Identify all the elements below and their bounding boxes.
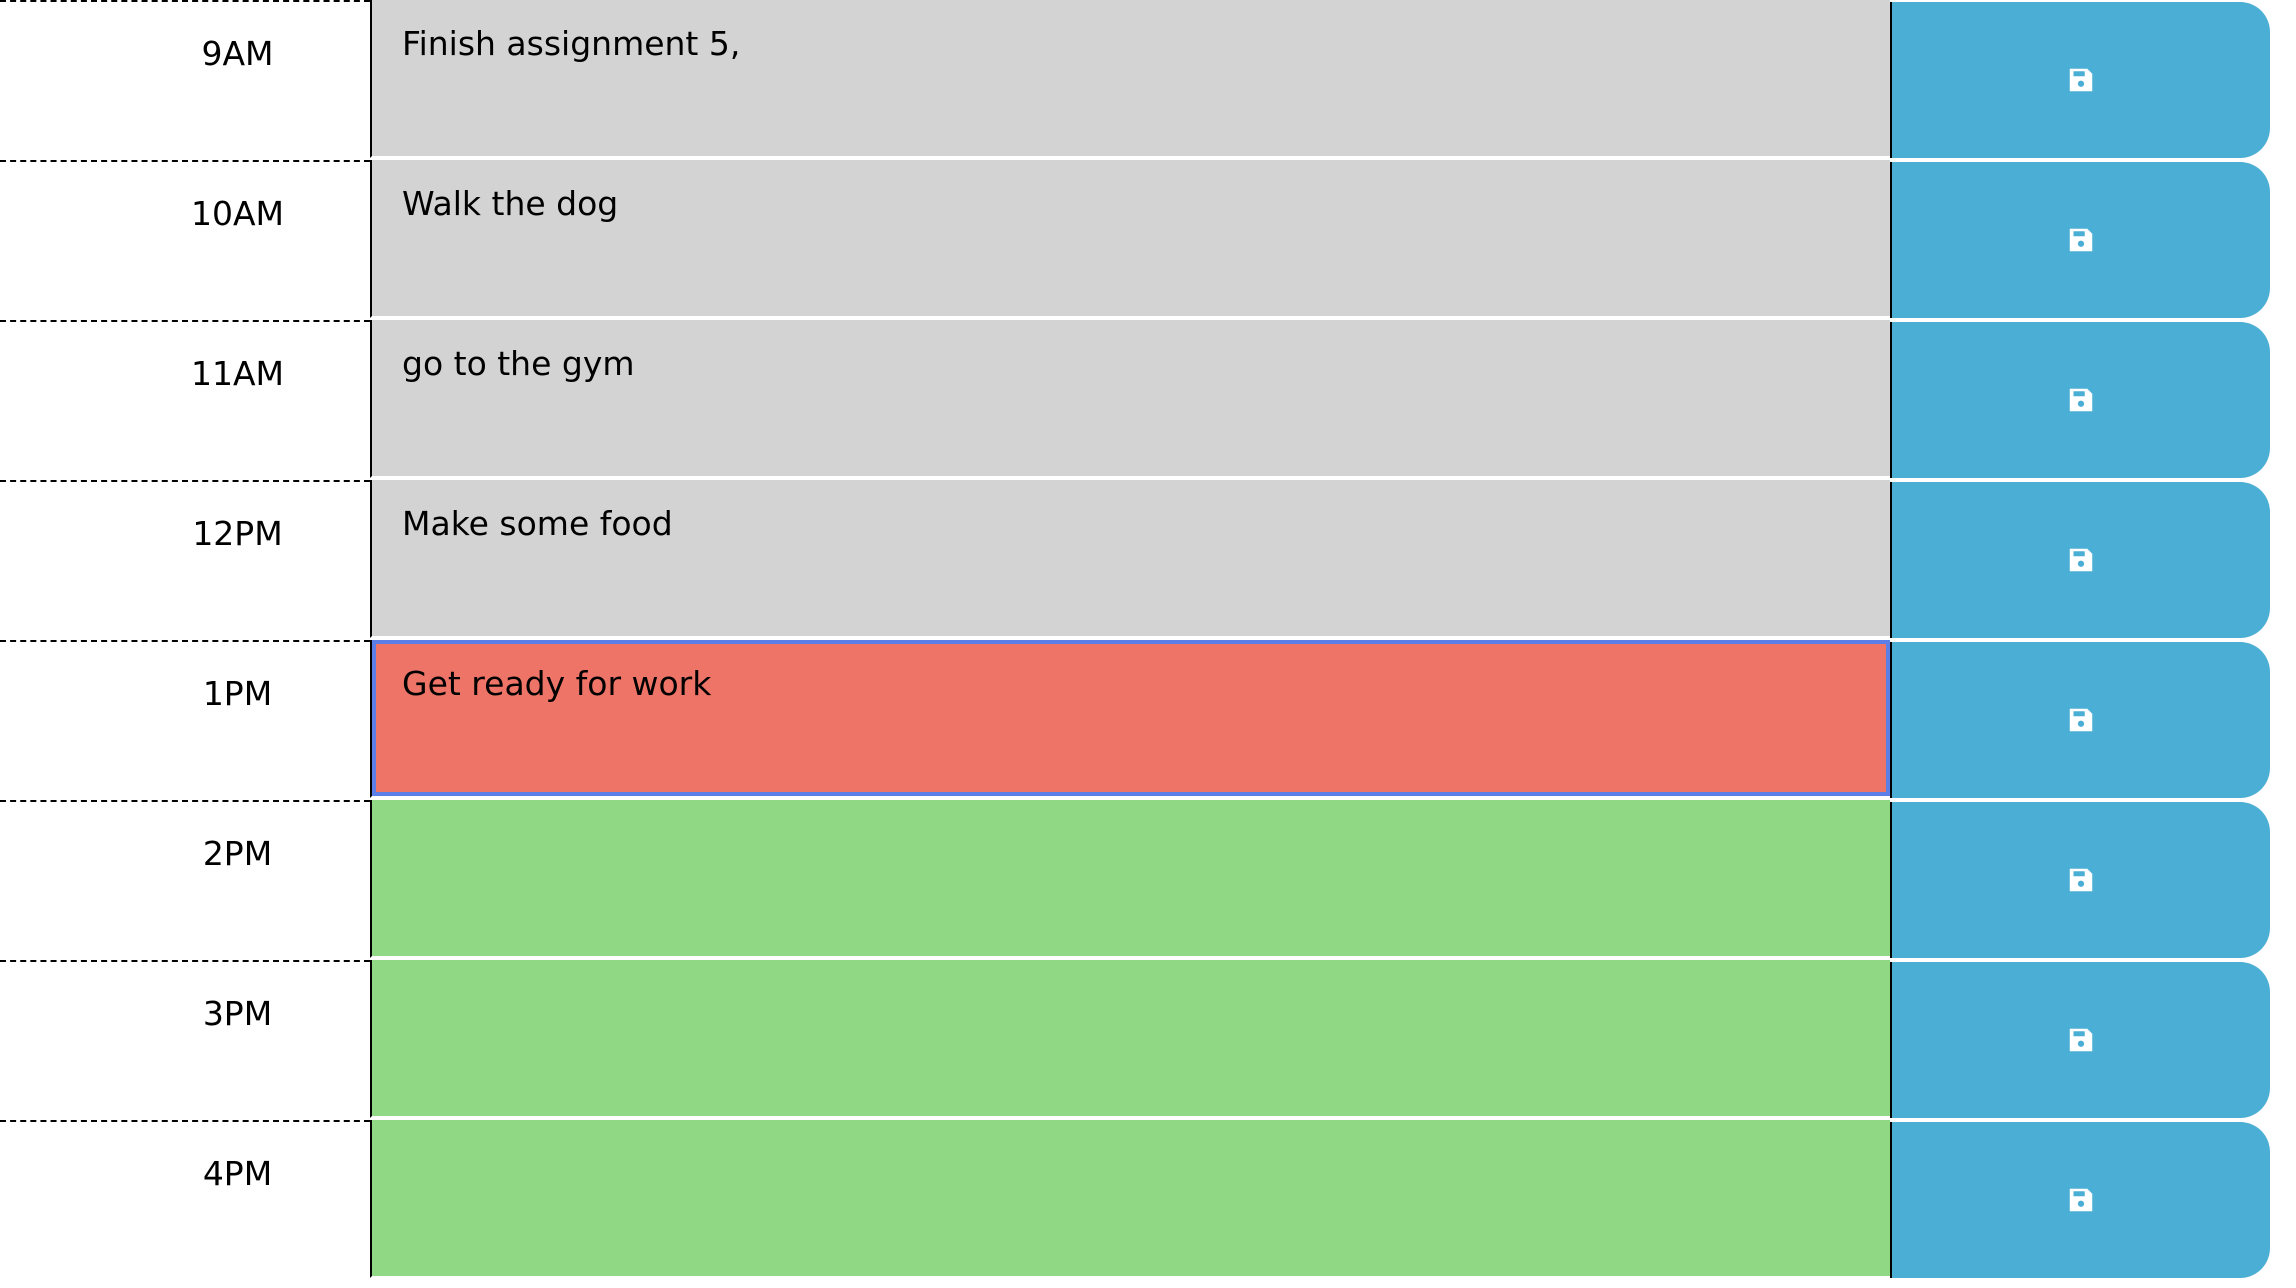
floppy-disk-icon xyxy=(2066,1025,2096,1055)
event-description-input[interactable]: Make some food xyxy=(372,480,1890,636)
floppy-disk-icon xyxy=(2066,65,2096,95)
event-description-cell xyxy=(370,960,1890,1118)
hour-cell: 4PM xyxy=(0,1120,370,1278)
time-block-row: 1PM Get ready for work xyxy=(0,640,2296,800)
event-description-input[interactable]: Walk the dog xyxy=(372,160,1890,316)
floppy-disk-icon xyxy=(2066,705,2096,735)
time-block-row: 2PM xyxy=(0,800,2296,960)
event-description-cell xyxy=(370,1120,1890,1278)
event-description-input[interactable] xyxy=(372,960,1890,1116)
event-description-cell xyxy=(370,800,1890,958)
event-description-cell: go to the gym xyxy=(370,320,1890,478)
event-description-input[interactable] xyxy=(372,1120,1890,1276)
save-button[interactable] xyxy=(1890,642,2270,798)
hour-cell: 10AM xyxy=(0,160,370,318)
event-description-cell: Make some food xyxy=(370,480,1890,638)
hour-cell: 11AM xyxy=(0,320,370,478)
event-description-cell: Get ready for work xyxy=(370,640,1890,798)
day-planner: 9AM Finish assignment 5, 10AM Walk the dog 1… xyxy=(0,0,2296,1288)
hour-cell: 9AM xyxy=(0,0,370,158)
time-block-row: 11AM go to the gym xyxy=(0,320,2296,480)
time-block-row: 9AM Finish assignment 5, xyxy=(0,0,2296,160)
floppy-disk-icon xyxy=(2066,225,2096,255)
event-description-input[interactable] xyxy=(372,800,1890,956)
time-block-row: 4PM xyxy=(0,1120,2296,1280)
event-description-input[interactable]: Finish assignment 5, xyxy=(372,0,1890,156)
save-button[interactable] xyxy=(1890,162,2270,318)
hour-cell: 1PM xyxy=(0,640,370,798)
time-block-row: 10AM Walk the dog xyxy=(0,160,2296,320)
event-description-cell: Walk the dog xyxy=(370,160,1890,318)
event-description-input[interactable]: go to the gym xyxy=(372,320,1890,476)
floppy-disk-icon xyxy=(2066,865,2096,895)
hour-cell: 12PM xyxy=(0,480,370,638)
time-block-row: 3PM xyxy=(0,960,2296,1120)
save-button[interactable] xyxy=(1890,802,2270,958)
hour-cell: 2PM xyxy=(0,800,370,958)
floppy-disk-icon xyxy=(2066,385,2096,415)
event-description-input[interactable]: Get ready for work xyxy=(372,640,1890,796)
save-button[interactable] xyxy=(1890,322,2270,478)
save-button[interactable] xyxy=(1890,2,2270,158)
save-button[interactable] xyxy=(1890,482,2270,638)
event-description-cell: Finish assignment 5, xyxy=(370,0,1890,158)
hour-cell: 3PM xyxy=(0,960,370,1118)
save-button[interactable] xyxy=(1890,962,2270,1118)
save-button[interactable] xyxy=(1890,1122,2270,1278)
floppy-disk-icon xyxy=(2066,545,2096,575)
time-block-row: 12PM Make some food xyxy=(0,480,2296,640)
floppy-disk-icon xyxy=(2066,1185,2096,1215)
